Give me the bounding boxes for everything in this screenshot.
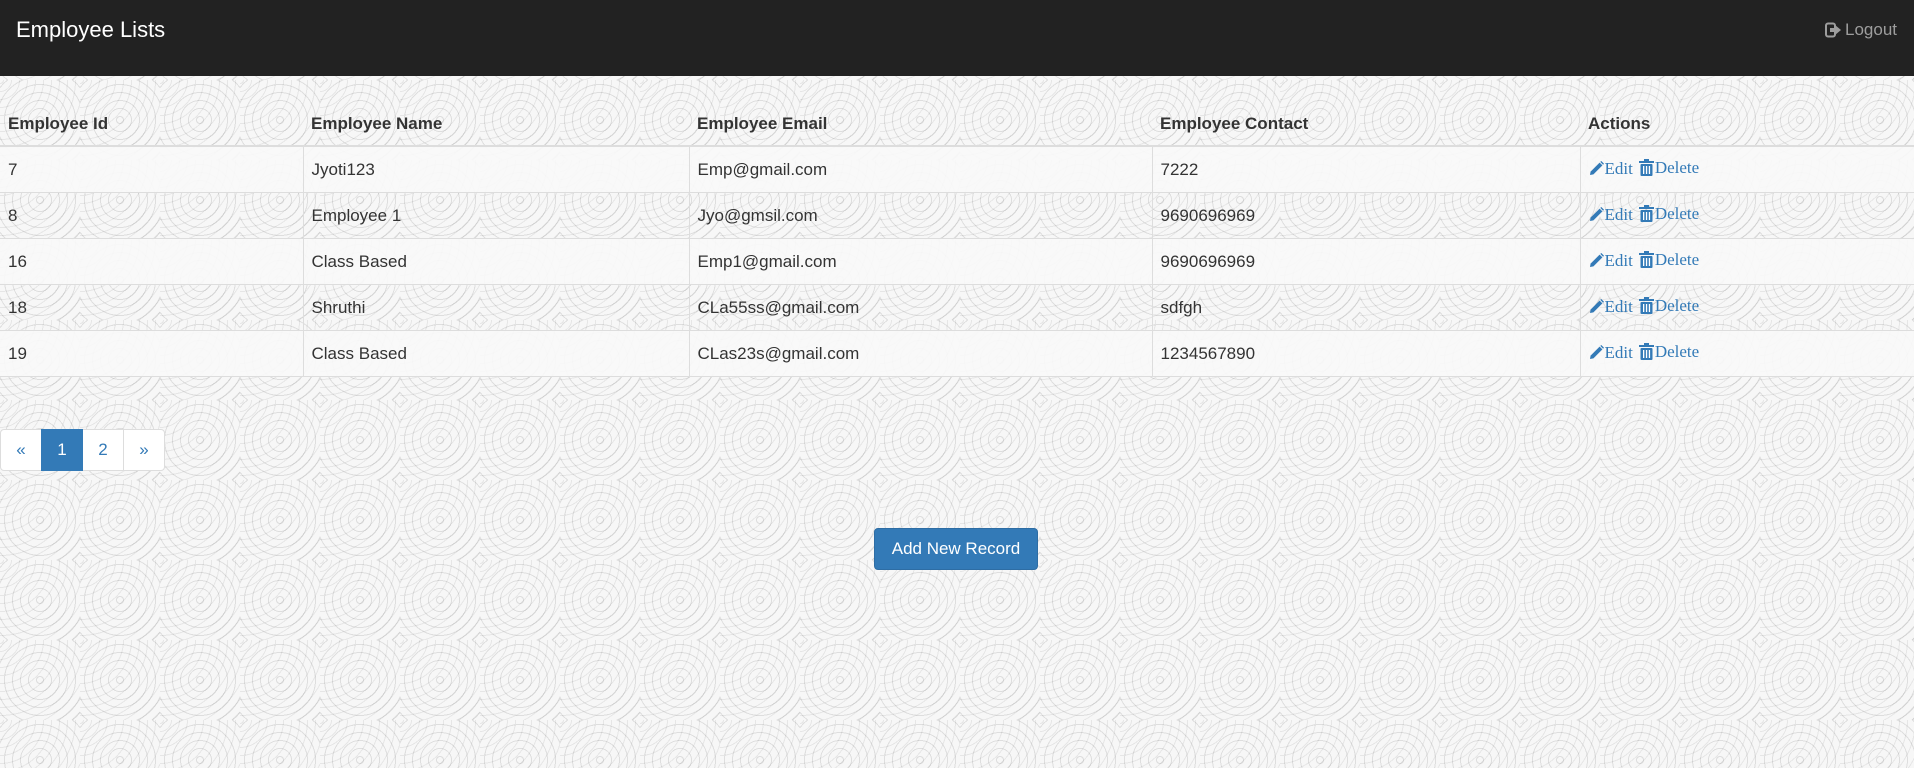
delete-link[interactable]: Delete: [1638, 157, 1700, 178]
cell-employee-contact: sdfgh: [1151, 284, 1580, 331]
cell-actions: Edit Delete: [1579, 330, 1914, 377]
edit-link[interactable]: Edit: [1589, 205, 1633, 225]
logout-link[interactable]: Logout: [1825, 18, 1897, 42]
trash-icon: [1638, 159, 1655, 177]
add-new-record-button[interactable]: Add New Record: [874, 528, 1038, 570]
table-row: 19 Class Based CLas23s@gmail.com 1234567890…: [0, 330, 1914, 377]
trash-icon: [1638, 297, 1655, 315]
cell-employee-name: Employee 1: [302, 192, 689, 239]
column-header-employee-contact: Employee Contact: [1152, 103, 1580, 147]
pencil-icon: [1589, 253, 1605, 268]
column-header-employee-id: Employee Id: [0, 103, 303, 147]
navbar: Employee Lists Logout: [0, 0, 1914, 76]
cell-employee-id: 19: [0, 330, 303, 377]
employee-table: Employee Id Employee Name Employee Email…: [0, 103, 1914, 377]
delete-label: Delete: [1654, 341, 1700, 361]
cell-employee-email: CLas23s@gmail.com: [688, 330, 1152, 377]
edit-label: Edit: [1604, 296, 1633, 316]
pagination-next[interactable]: »: [123, 429, 165, 471]
cell-employee-contact: 1234567890: [1151, 330, 1580, 377]
cell-employee-name: Shruthi: [302, 284, 689, 331]
cell-employee-email: Jyo@gmsil.com: [688, 192, 1152, 239]
cell-employee-id: 7: [0, 145, 303, 193]
delete-label: Delete: [1654, 295, 1700, 315]
edit-label: Edit: [1604, 250, 1633, 270]
pagination-page-2[interactable]: 2: [82, 429, 124, 471]
trash-icon: [1638, 205, 1655, 223]
pagination-prev[interactable]: «: [0, 429, 42, 471]
column-header-employee-email: Employee Email: [689, 103, 1152, 147]
logout-icon: [1825, 22, 1842, 38]
delete-link[interactable]: Delete: [1638, 203, 1700, 224]
cell-employee-name: Class Based: [302, 238, 689, 285]
cell-employee-email: Emp@gmail.com: [688, 145, 1152, 193]
column-header-actions: Actions: [1580, 103, 1914, 147]
pencil-icon: [1589, 207, 1605, 222]
pencil-icon: [1589, 299, 1605, 314]
cell-employee-contact: 9690696969: [1151, 192, 1580, 239]
pagination: « 1 2 »: [0, 429, 165, 471]
table-row: 16 Class Based Emp1@gmail.com 9690696969 Edi…: [0, 238, 1914, 285]
pencil-icon: [1589, 345, 1605, 360]
cell-employee-name: Class Based: [302, 330, 689, 377]
cell-employee-contact: 7222: [1151, 145, 1580, 193]
cell-employee-contact: 9690696969: [1151, 238, 1580, 285]
edit-label: Edit: [1604, 158, 1633, 178]
cell-employee-id: 8: [0, 192, 303, 239]
cell-actions: Edit Delete: [1579, 238, 1914, 285]
cell-employee-email: Emp1@gmail.com: [688, 238, 1152, 285]
edit-link[interactable]: Edit: [1589, 343, 1633, 363]
cell-actions: Edit Delete: [1579, 145, 1914, 193]
cell-employee-id: 16: [0, 238, 303, 285]
pagination-page-1[interactable]: 1: [41, 429, 83, 471]
cell-employee-email: CLa55ss@gmail.com: [688, 284, 1152, 331]
delete-label: Delete: [1654, 249, 1700, 269]
table-row: 18 Shruthi CLa55ss@gmail.com sdfgh Edit Delet…: [0, 284, 1914, 331]
delete-link[interactable]: Delete: [1638, 249, 1700, 270]
table-row: 8 Employee 1 Jyo@gmsil.com 9690696969 Edit De…: [0, 192, 1914, 239]
delete-link[interactable]: Delete: [1638, 341, 1700, 362]
edit-link[interactable]: Edit: [1589, 159, 1633, 179]
cell-employee-id: 18: [0, 284, 303, 331]
table-header-row: Employee Id Employee Name Employee Email…: [0, 103, 1914, 147]
edit-link[interactable]: Edit: [1589, 297, 1633, 317]
trash-icon: [1638, 251, 1655, 269]
cell-actions: Edit Delete: [1579, 192, 1914, 239]
table-row: 7 Jyoti123 Emp@gmail.com 7222 Edit Delete: [0, 145, 1914, 193]
column-header-employee-name: Employee Name: [303, 103, 689, 147]
edit-label: Edit: [1604, 342, 1633, 362]
edit-label: Edit: [1604, 204, 1633, 224]
delete-label: Delete: [1654, 203, 1700, 223]
delete-link[interactable]: Delete: [1638, 295, 1700, 316]
delete-label: Delete: [1654, 157, 1700, 177]
pencil-icon: [1589, 161, 1605, 176]
cell-employee-name: Jyoti123: [302, 145, 689, 193]
page-title: Employee Lists: [16, 17, 166, 42]
trash-icon: [1638, 343, 1655, 361]
cell-actions: Edit Delete: [1579, 284, 1914, 331]
logout-label: Logout: [1845, 20, 1897, 39]
edit-link[interactable]: Edit: [1589, 251, 1633, 271]
